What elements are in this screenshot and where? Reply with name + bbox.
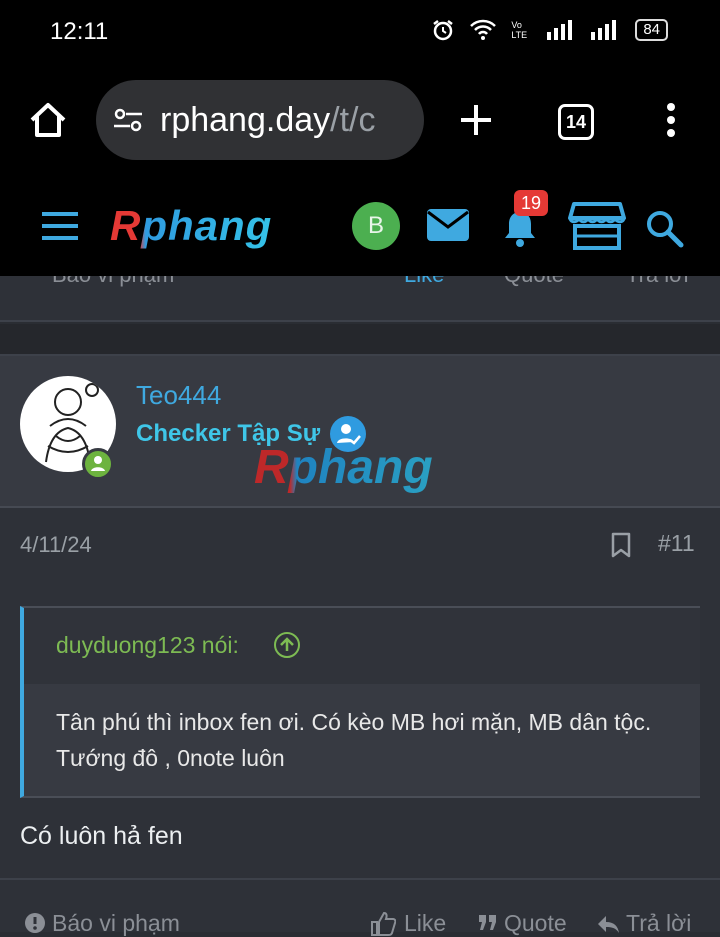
post-content: Có luôn hả fen (20, 822, 183, 850)
site-header: Rphang B 19 (0, 184, 720, 276)
site-settings-icon[interactable] (112, 104, 144, 136)
store-icon[interactable] (568, 200, 626, 252)
search-icon[interactable] (644, 208, 684, 248)
reply-link[interactable]: Trả lời (626, 910, 691, 937)
reply-icon[interactable] (596, 914, 620, 934)
notification-badge: 19 (514, 190, 548, 216)
post: Teo444 Checker Tập Sự Rphang 4/11/24 #11… (0, 354, 720, 937)
prev-reply-link[interactable]: Trả lời (626, 276, 689, 288)
quote-author[interactable]: duyduong123 nói: (56, 632, 239, 659)
url-text: rphang.day/t/c (160, 101, 375, 140)
status-icons: Vo LTE 84 (431, 18, 668, 42)
bookmark-icon[interactable] (610, 532, 632, 558)
post-number[interactable]: #11 (658, 530, 695, 557)
quote-text: Tân phú thì inbox fen ơi. Có kèo MB hơi … (24, 684, 700, 796)
post-separator (0, 324, 720, 354)
alarm-icon (431, 18, 455, 42)
report-icon[interactable] (24, 912, 46, 934)
like-icon[interactable] (370, 912, 396, 936)
user-avatar-button[interactable]: B (352, 202, 400, 250)
prev-like-link[interactable]: Like (404, 276, 444, 288)
post-user-block: Teo444 Checker Tập Sự Rphang (0, 356, 720, 508)
prev-quote-link[interactable]: Quote (504, 276, 564, 288)
wifi-icon (469, 19, 497, 41)
post-actions: Báo vi phạm Like Quote Trả lời (0, 878, 720, 937)
quote-block: duyduong123 nói: Tân phú thì inbox fen ơ… (20, 606, 700, 798)
browser-toolbar: rphang.day/t/c 14 (0, 64, 720, 184)
quote-icon[interactable] (478, 914, 498, 932)
menu-icon[interactable] (40, 210, 80, 242)
home-icon[interactable] (28, 100, 68, 140)
online-status-icon (82, 448, 114, 480)
more-options-icon[interactable] (664, 102, 678, 138)
new-tab-icon[interactable] (458, 102, 494, 138)
quote-header: duyduong123 nói: (24, 608, 700, 684)
url-bar[interactable]: rphang.day/t/c (96, 80, 424, 160)
battery-indicator: 84 (635, 19, 668, 41)
watermark-logo: Rphang (254, 441, 433, 494)
previous-post-actions: Báo vi phạm Like Quote Trả lời (0, 276, 720, 322)
jump-to-quote-icon[interactable] (274, 632, 300, 658)
site-logo[interactable]: Rphang (110, 202, 272, 250)
post-username[interactable]: Teo444 (136, 380, 221, 411)
prev-report-link[interactable]: Báo vi phạm (52, 276, 174, 288)
status-bar: 12:11 Vo LTE 84 (0, 0, 720, 64)
tab-switcher-button[interactable]: 14 (558, 104, 594, 140)
quote-link[interactable]: Quote (504, 910, 567, 937)
mail-icon[interactable] (426, 208, 470, 242)
url-path: /t/c (330, 100, 376, 139)
signal-icon-2 (591, 20, 621, 40)
like-link[interactable]: Like (404, 910, 446, 937)
report-link[interactable]: Báo vi phạm (52, 910, 180, 937)
volte-label: Vo LTE (511, 20, 528, 40)
status-time: 12:11 (50, 18, 109, 45)
signal-icon (547, 20, 577, 40)
url-domain: rphang.day (160, 100, 331, 139)
post-date[interactable]: 4/11/24 (20, 532, 92, 558)
